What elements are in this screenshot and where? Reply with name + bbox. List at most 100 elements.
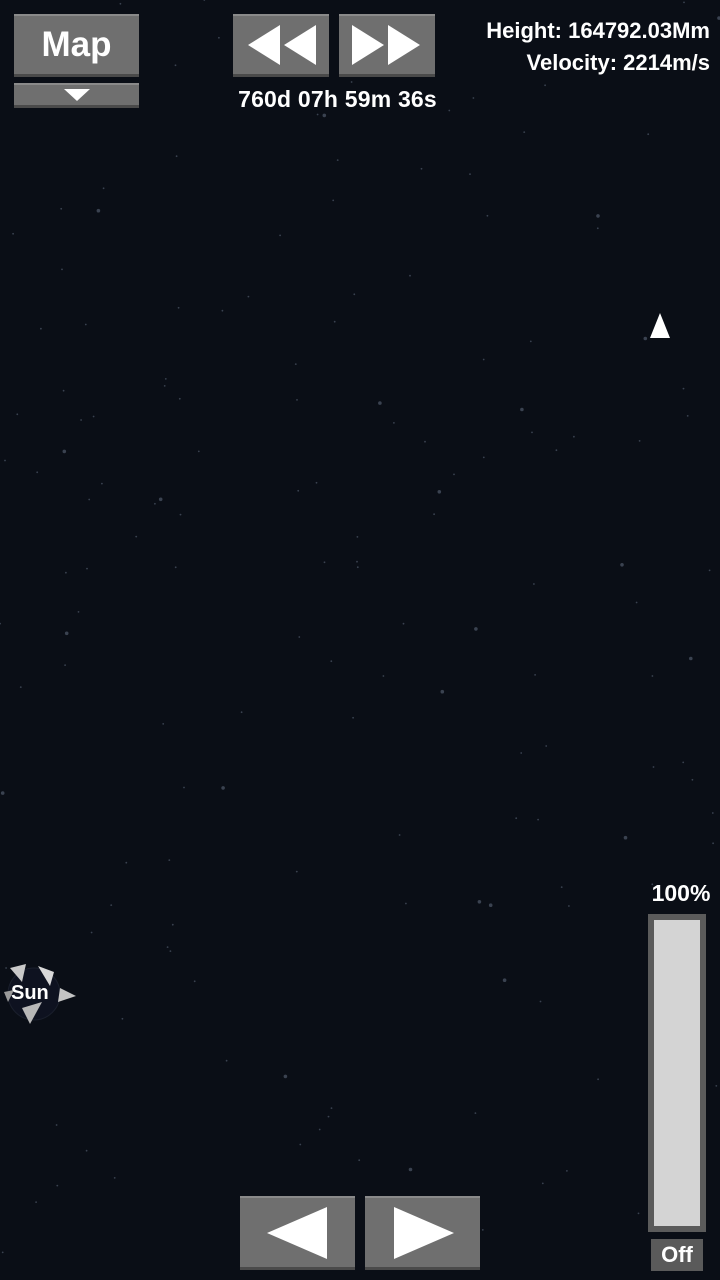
star: [356, 566, 359, 569]
star: [0, 791, 5, 795]
star: [80, 419, 82, 421]
star: [164, 378, 167, 380]
star: [101, 482, 103, 485]
star: [178, 397, 181, 400]
star: [158, 497, 163, 502]
star: [247, 295, 250, 298]
star: [56, 1184, 59, 1187]
throttle-fill: [654, 920, 700, 1226]
star: [110, 904, 113, 906]
star: [330, 660, 333, 663]
star: [474, 1112, 477, 1114]
star: [297, 489, 300, 492]
star: [240, 711, 243, 714]
map-button[interactable]: Map: [14, 14, 139, 77]
star: [652, 766, 655, 768]
star: [1, 1251, 4, 1254]
star: [64, 664, 66, 666]
star: [96, 208, 101, 213]
star: [86, 567, 88, 570]
rocket-marker-icon[interactable]: [649, 312, 671, 340]
star: [119, 2, 122, 5]
star: [92, 415, 95, 418]
sun-label: Sun: [11, 982, 49, 1004]
star: [113, 1177, 116, 1179]
star: [358, 1159, 361, 1162]
time-rewind-button[interactable]: [233, 14, 329, 77]
star: [322, 113, 327, 118]
star: [440, 689, 445, 694]
star: [534, 674, 536, 676]
engine-toggle-button[interactable]: Off: [651, 1239, 703, 1271]
time-fast-forward-button[interactable]: [339, 14, 435, 77]
star: [424, 440, 426, 443]
star: [90, 931, 93, 934]
star: [333, 320, 336, 323]
star: [402, 622, 405, 625]
starfield: [0, 0, 720, 1254]
star: [712, 842, 714, 845]
star: [221, 786, 225, 790]
star: [502, 978, 507, 982]
star: [299, 1143, 302, 1146]
star: [36, 471, 39, 474]
throttle-slider[interactable]: [648, 914, 706, 1232]
star: [62, 449, 67, 454]
rotate-right-button[interactable]: [365, 1196, 480, 1270]
fast-forward-icon: [352, 25, 420, 65]
star: [637, 1212, 640, 1215]
star: [711, 812, 714, 814]
star: [62, 389, 65, 392]
rotate-left-button[interactable]: [240, 1196, 355, 1270]
rewind-icon: [248, 25, 316, 65]
star: [596, 214, 600, 218]
star: [221, 309, 224, 312]
star: [102, 187, 105, 190]
time-readout: 760d 07h 59m 36s: [238, 86, 437, 112]
star: [545, 745, 548, 747]
star: [315, 481, 318, 484]
star: [708, 569, 711, 572]
star: [298, 636, 301, 638]
star: [61, 268, 63, 271]
star: [40, 327, 42, 330]
star: [472, 97, 475, 99]
star: [378, 401, 382, 405]
star: [382, 675, 385, 677]
star: [84, 323, 87, 326]
star: [515, 817, 518, 820]
star: [398, 834, 401, 836]
star: [64, 631, 69, 636]
star: [203, 0, 206, 1]
star: [482, 456, 485, 459]
star: [323, 561, 326, 564]
star: [35, 1201, 37, 1203]
star: [623, 835, 628, 840]
star: [125, 861, 128, 864]
star: [85, 1149, 88, 1152]
star: [537, 818, 539, 821]
star: [121, 1017, 124, 1020]
star: [12, 232, 15, 235]
star: [55, 1124, 58, 1126]
star: [336, 159, 339, 162]
star: [643, 336, 648, 341]
star: [393, 422, 395, 424]
throttle-percent-label: 100%: [651, 880, 711, 906]
star: [469, 173, 471, 176]
star: [529, 340, 532, 343]
star: [437, 490, 442, 494]
star: [318, 1128, 321, 1131]
star: [283, 1074, 288, 1079]
map-dropdown-button[interactable]: [14, 83, 139, 108]
star: [174, 64, 177, 67]
star: [544, 84, 546, 87]
star: [4, 459, 6, 462]
star: [405, 902, 407, 905]
star: [488, 903, 493, 907]
star: [162, 723, 165, 725]
star: [295, 870, 298, 873]
star: [638, 440, 641, 442]
star: [294, 363, 297, 365]
height-readout: Height: 164792.03Mm: [486, 18, 710, 43]
